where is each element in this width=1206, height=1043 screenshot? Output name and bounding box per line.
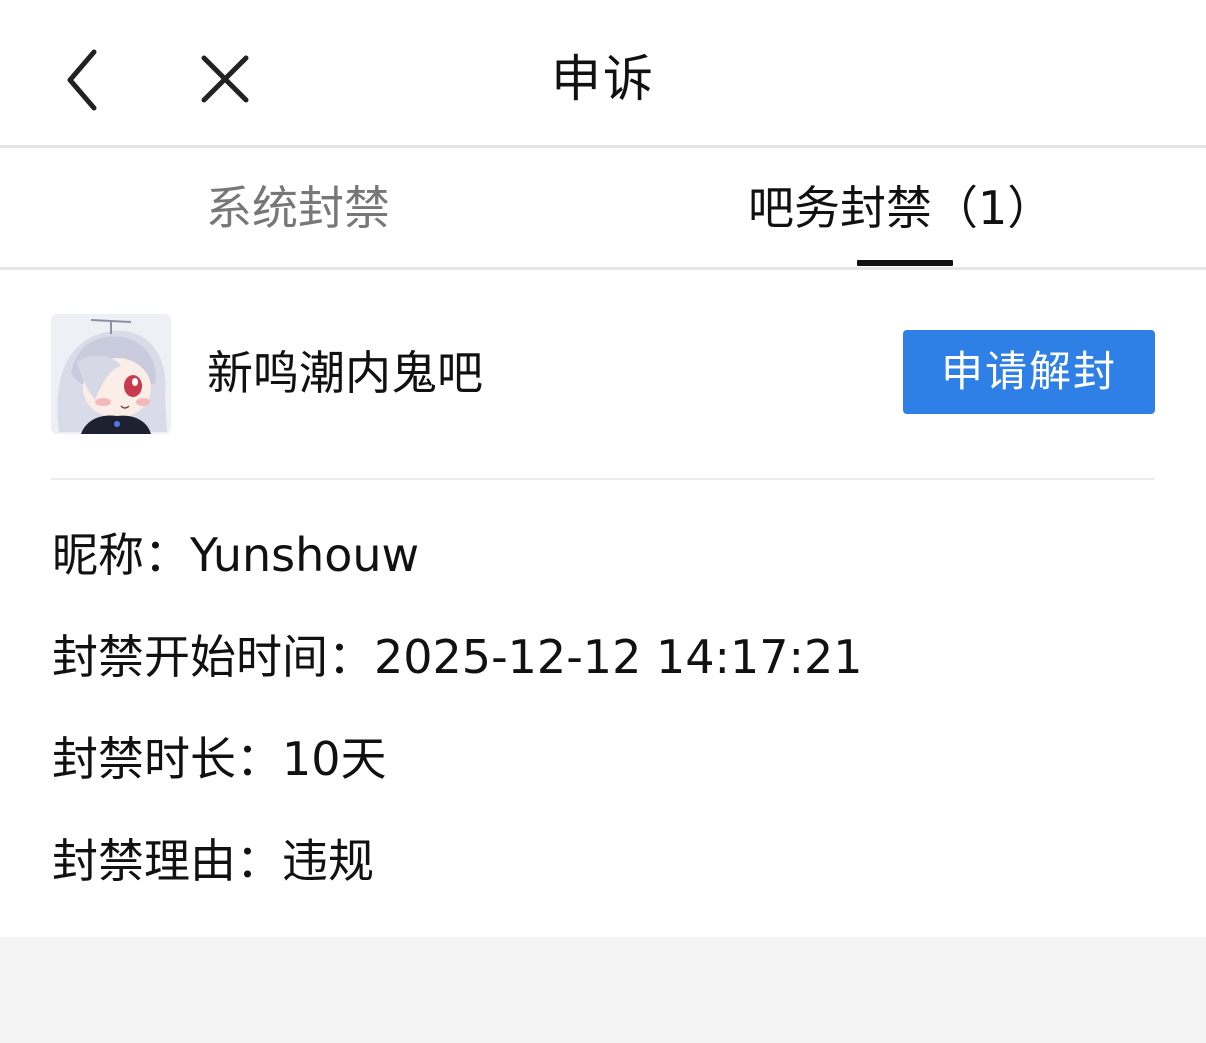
section-divider — [51, 478, 1155, 480]
active-tab-indicator — [857, 260, 953, 266]
ban-record-card: 新鸣潮内鬼吧 申请解封 昵称：Yunshouw 封禁开始时间：2025-12-1… — [0, 270, 1206, 937]
ban-start-time-label: 封禁开始时间： — [52, 630, 374, 684]
tab-forum-admin-ban[interactable]: 吧务封禁（1） — [748, 178, 1053, 238]
ban-start-time-value: 2025-12-12 14:17:21 — [374, 630, 863, 684]
page-title: 申诉 — [551, 50, 655, 108]
forum-avatar-image — [51, 314, 171, 434]
tab-bar: 系统封禁 吧务封禁（1） — [0, 148, 1206, 270]
ban-reason-row: 封禁理由：违规 — [52, 831, 374, 891]
ban-duration-label: 封禁时长： — [52, 732, 282, 786]
ban-duration-value: 10天 — [282, 732, 387, 786]
ban-start-time-row: 封禁开始时间：2025-12-12 14:17:21 — [52, 627, 863, 687]
forum-avatar[interactable] — [51, 314, 171, 434]
ban-reason-label: 封禁理由： — [52, 834, 282, 888]
ban-duration-row: 封禁时长：10天 — [52, 729, 387, 789]
nickname-row: 昵称：Yunshouw — [52, 525, 419, 585]
nickname-label: 昵称： — [52, 528, 190, 582]
tab-system-ban[interactable]: 系统封禁 — [206, 178, 390, 238]
ban-reason-value: 违规 — [282, 834, 374, 888]
apply-unban-button[interactable]: 申请解封 — [903, 330, 1155, 414]
forum-name[interactable]: 新鸣潮内鬼吧 — [207, 342, 483, 404]
top-navigation-bar: 申诉 — [0, 0, 1206, 148]
nickname-value: Yunshouw — [190, 528, 420, 582]
